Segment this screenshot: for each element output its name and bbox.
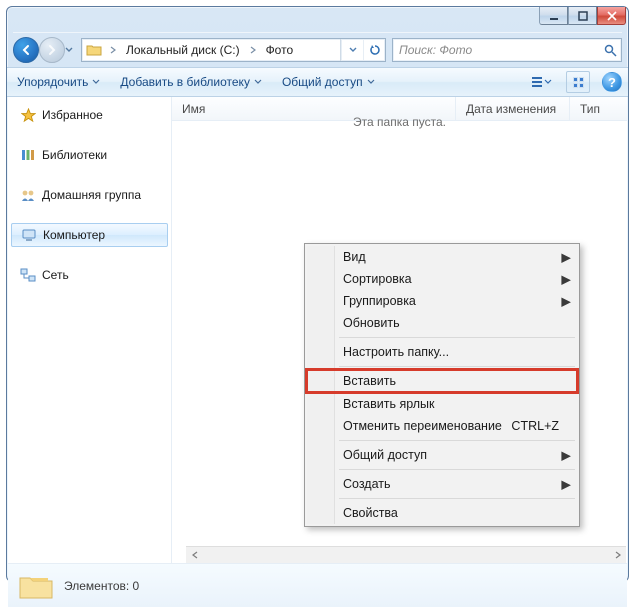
breadcrumb-folder[interactable]: Фото — [260, 39, 300, 61]
ctx-label-properties: Свойства — [343, 506, 398, 520]
view-button[interactable] — [530, 71, 554, 93]
favorites-icon — [20, 107, 36, 123]
ctx-separator — [339, 498, 575, 499]
add-to-library-label: Добавить в библиотеку — [120, 75, 250, 89]
scroll-right-button[interactable] — [609, 547, 626, 563]
ctx-separator — [339, 366, 575, 367]
nav-history-dropdown[interactable] — [63, 39, 75, 61]
command-bar: Упорядочить Добавить в библиотеку Общий … — [7, 67, 628, 97]
ctx-item-refresh[interactable]: Обновить — [307, 312, 577, 334]
ctx-label-paste: Вставить — [343, 374, 396, 388]
sidebar-label-libraries: Библиотеки — [42, 148, 107, 162]
forward-button[interactable] — [39, 37, 65, 63]
nav-pane[interactable]: Избранное Библиотеки Домашняя группа — [8, 97, 172, 563]
ctx-item-properties[interactable]: Свойства — [307, 502, 577, 524]
sidebar-item-favorites[interactable]: Избранное — [8, 103, 171, 127]
ctx-item-sort[interactable]: Сортировка ▶ — [307, 268, 577, 290]
sidebar-item-network[interactable]: Сеть — [8, 263, 171, 287]
search-icon[interactable] — [599, 44, 621, 57]
ctx-label-paste-shortcut: Вставить ярлык — [343, 397, 435, 411]
ctx-item-new[interactable]: Создать ▶ — [307, 473, 577, 495]
status-text: Элементов: 0 — [64, 579, 139, 593]
scroll-left-button[interactable] — [186, 547, 203, 563]
ctx-separator — [339, 337, 575, 338]
ctx-item-view[interactable]: Вид ▶ — [307, 246, 577, 268]
breadcrumb-drive[interactable]: Локальный диск (C:) — [120, 39, 246, 61]
homegroup-icon — [20, 187, 36, 203]
ctx-label-view: Вид — [343, 250, 366, 264]
empty-folder-message: Эта папка пуста. — [172, 115, 627, 129]
preview-pane-button[interactable] — [566, 71, 590, 93]
ctx-label-undo: Отменить переименование — [343, 419, 502, 433]
maximize-button[interactable] — [568, 7, 597, 25]
context-menu[interactable]: Вид ▶ Сортировка ▶ Группировка ▶ Обновит… — [304, 243, 580, 527]
ctx-item-share[interactable]: Общий доступ ▶ — [307, 444, 577, 466]
organize-button[interactable]: Упорядочить — [13, 72, 104, 92]
minimize-button[interactable] — [539, 7, 568, 25]
submenu-arrow-icon: ▶ — [561, 250, 571, 265]
close-button[interactable] — [597, 7, 626, 25]
search-box[interactable] — [392, 38, 622, 62]
titlebar[interactable] — [7, 7, 628, 33]
status-folder-icon — [18, 570, 54, 602]
sidebar-label-computer: Компьютер — [43, 228, 105, 242]
ctx-label-group: Группировка — [343, 294, 416, 308]
ctx-item-customize[interactable]: Настроить папку... — [307, 341, 577, 363]
sidebar-label-network: Сеть — [42, 268, 69, 282]
breadcrumb-sep-icon[interactable] — [106, 39, 120, 61]
ctx-label-new: Создать — [343, 477, 391, 491]
ctx-label-share: Общий доступ — [343, 448, 427, 462]
libraries-icon — [20, 147, 36, 163]
share-button[interactable]: Общий доступ — [278, 72, 379, 92]
sidebar-label-homegroup: Домашняя группа — [42, 188, 141, 202]
ctx-label-customize: Настроить папку... — [343, 345, 449, 359]
folder-icon — [84, 40, 104, 60]
breadcrumb-sep-icon[interactable] — [246, 39, 260, 61]
ctx-item-paste[interactable]: Вставить — [307, 370, 577, 392]
horizontal-scrollbar[interactable] — [186, 546, 626, 563]
address-bar[interactable]: Локальный диск (C:) Фото — [81, 38, 386, 62]
search-input[interactable] — [393, 43, 599, 57]
submenu-arrow-icon: ▶ — [561, 272, 571, 287]
status-bar: Элементов: 0 — [8, 563, 627, 607]
sidebar-item-computer[interactable]: Компьютер — [11, 223, 168, 247]
back-button[interactable] — [13, 37, 39, 63]
sidebar-label-favorites: Избранное — [42, 108, 103, 122]
ctx-label-sort: Сортировка — [343, 272, 412, 286]
add-to-library-button[interactable]: Добавить в библиотеку — [116, 72, 266, 92]
nav-row: Локальный диск (C:) Фото — [7, 33, 628, 67]
submenu-arrow-icon: ▶ — [561, 477, 571, 492]
ctx-label-refresh: Обновить — [343, 316, 400, 330]
organize-label: Упорядочить — [17, 75, 88, 89]
ctx-separator — [339, 469, 575, 470]
address-history-dropdown[interactable] — [341, 39, 363, 61]
share-label: Общий доступ — [282, 75, 363, 89]
ctx-item-undo-rename[interactable]: Отменить переименование CTRL+Z — [307, 415, 577, 437]
ctx-separator — [339, 440, 575, 441]
submenu-arrow-icon: ▶ — [561, 448, 571, 463]
ctx-shortcut-undo: CTRL+Z — [511, 419, 559, 433]
submenu-arrow-icon: ▶ — [561, 294, 571, 309]
ctx-item-group[interactable]: Группировка ▶ — [307, 290, 577, 312]
refresh-button[interactable] — [363, 39, 385, 61]
sidebar-item-libraries[interactable]: Библиотеки — [8, 143, 171, 167]
sidebar-item-homegroup[interactable]: Домашняя группа — [8, 183, 171, 207]
network-icon — [20, 267, 36, 283]
help-button[interactable]: ? — [602, 72, 622, 92]
computer-icon — [21, 227, 37, 243]
ctx-item-paste-shortcut[interactable]: Вставить ярлык — [307, 393, 577, 415]
